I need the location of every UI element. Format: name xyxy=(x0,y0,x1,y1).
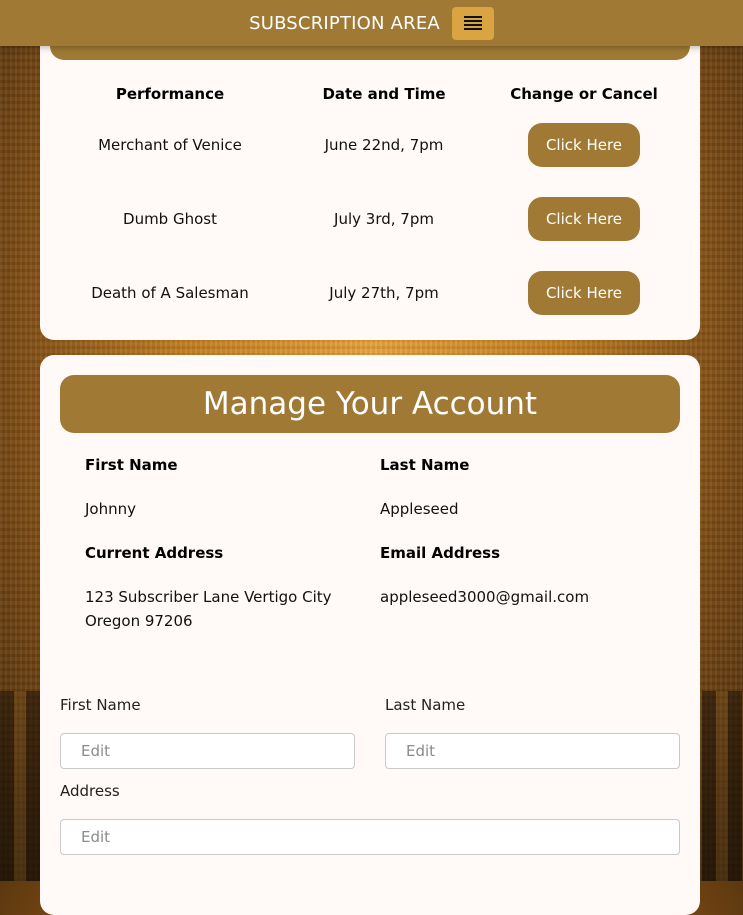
email-value: appleseed3000@gmail.com xyxy=(380,588,590,606)
performance-date: June 22nd, 7pm xyxy=(324,136,444,154)
performance-date: July 27th, 7pm xyxy=(329,284,439,302)
performance-name: Dumb Ghost xyxy=(123,210,217,228)
first-name-input[interactable] xyxy=(60,733,355,769)
menu-toggle-button[interactable] xyxy=(451,6,494,40)
column-header-action: Change or Cancel xyxy=(510,85,658,103)
form-last-name-label: Last Name xyxy=(385,696,466,714)
account-card: Manage Your Account First Name Last Name… xyxy=(40,355,700,915)
form-address-label: Address xyxy=(60,782,120,800)
account-section-title: Manage Your Account xyxy=(60,375,680,433)
last-name-input[interactable] xyxy=(385,733,680,769)
performance-name: Death of A Salesman xyxy=(91,284,249,302)
current-address-label: Current Address xyxy=(85,544,224,562)
last-name-label: Last Name xyxy=(380,456,470,474)
form-first-name-label: First Name xyxy=(60,696,141,714)
first-name-label: First Name xyxy=(85,456,178,474)
column-header-date: Date and Time xyxy=(322,85,446,103)
change-cancel-button[interactable]: Click Here xyxy=(528,271,640,315)
column-header-performance: Performance xyxy=(115,85,225,103)
address-input[interactable] xyxy=(60,819,680,855)
change-cancel-button[interactable]: Click Here xyxy=(528,123,640,167)
hamburger-icon xyxy=(463,16,482,30)
change-cancel-button[interactable]: Click Here xyxy=(528,197,640,241)
performances-table: Performance Date and Time Change or Canc… xyxy=(40,80,700,330)
address-line-2: Oregon 97206 xyxy=(85,612,193,630)
table-row: Merchant of Venice June 22nd, 7pm Click … xyxy=(40,108,700,182)
performance-date: July 3rd, 7pm xyxy=(334,210,434,228)
navbar-title: SUBSCRIPTION AREA xyxy=(249,12,440,34)
table-row: Death of A Salesman July 27th, 7pm Click… xyxy=(40,256,700,330)
table-header-row: Performance Date and Time Change or Canc… xyxy=(40,80,700,108)
performance-name: Merchant of Venice xyxy=(98,136,242,154)
top-navbar: SUBSCRIPTION AREA xyxy=(0,0,743,46)
table-row: Dumb Ghost July 3rd, 7pm Click Here xyxy=(40,182,700,256)
address-line-1: 123 Subscriber Lane Vertigo City xyxy=(85,588,332,606)
last-name-value: Appleseed xyxy=(380,500,459,518)
email-address-label: Email Address xyxy=(380,544,501,562)
performances-card: Performance Date and Time Change or Canc… xyxy=(40,20,700,340)
first-name-value: Johnny xyxy=(85,500,136,518)
